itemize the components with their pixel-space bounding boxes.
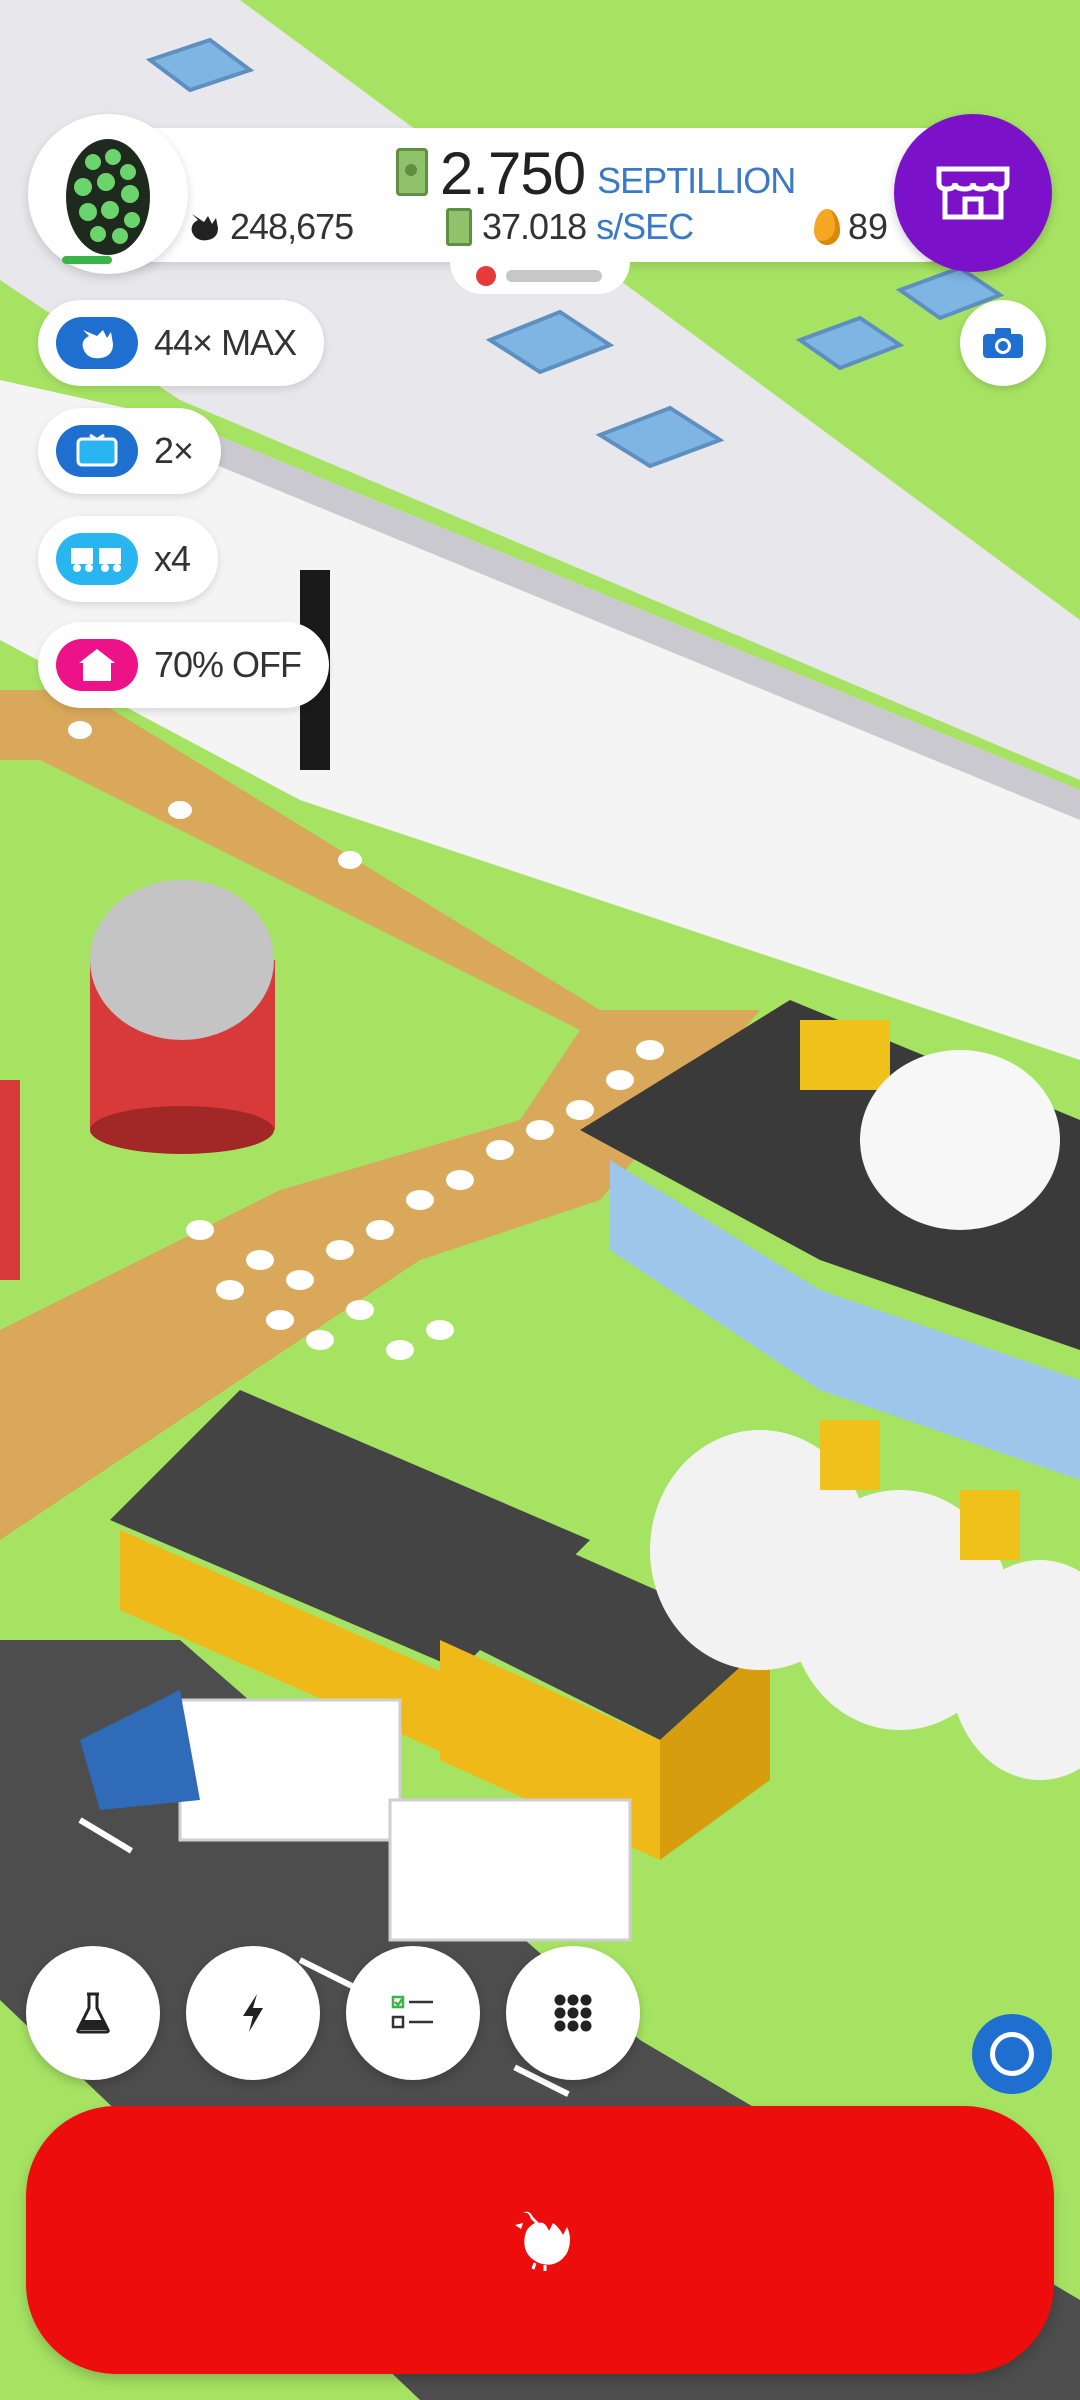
cash-icon (446, 208, 472, 246)
earn-rate: 37.018 s/SEC (446, 206, 694, 248)
boost-discount[interactable]: 70% OFF (38, 622, 330, 708)
missions-button[interactable] (346, 1946, 480, 2080)
shop-icon (936, 166, 1010, 220)
silo-edge (0, 1080, 20, 1280)
chicken-counter: 248,675 (186, 206, 354, 248)
cash-icon (396, 148, 428, 196)
earn-rate-unit: s/SEC (596, 206, 694, 247)
golden-egg-count: 89 (848, 206, 889, 247)
vent-box (800, 1020, 890, 1090)
camera-button[interactable] (960, 300, 1046, 386)
collapse-tab[interactable] (450, 262, 630, 294)
silo (90, 880, 275, 1154)
boosts-button[interactable] (186, 1946, 320, 2080)
money-display: 2.750 SEPTILLION (396, 138, 796, 208)
menu-grid-icon (554, 1994, 592, 2032)
circle-icon (990, 2032, 1034, 2076)
golden-egg-icon (814, 209, 840, 245)
dome (860, 1050, 1060, 1230)
hatch-chicken-button[interactable] (26, 2106, 1054, 2374)
camera-icon (983, 328, 1023, 358)
research-button[interactable] (26, 1946, 160, 2080)
tv-icon (56, 425, 138, 477)
shop-button[interactable] (894, 114, 1052, 272)
money-value: 2.750 (440, 140, 586, 207)
egg-progress (62, 256, 112, 264)
egg-upgrade-button[interactable] (28, 114, 188, 274)
chicken-icon (515, 2211, 570, 2271)
research-flask-icon (76, 1992, 110, 2034)
alert-dot (476, 266, 496, 286)
boost-label: 44× MAX (154, 322, 297, 363)
boost-chicken-max[interactable]: 44× MAX (38, 300, 325, 386)
settings-button[interactable] (972, 2014, 1052, 2094)
drag-handle (506, 270, 602, 282)
trucks-icon (56, 533, 138, 585)
money-unit: SEPTILLION (597, 160, 796, 201)
boost-label: x4 (154, 538, 191, 579)
boost-lightning-icon (243, 1994, 263, 2032)
boost-tv-2x[interactable]: 2× (38, 408, 222, 494)
chicken-icon (191, 214, 218, 241)
menu-button[interactable] (506, 1946, 640, 2080)
boost-label: 70% OFF (154, 644, 302, 685)
chicken-icon (56, 317, 138, 369)
egg-icon (66, 139, 150, 255)
missions-checklist-icon (391, 1995, 433, 2029)
boost-trucks-x4[interactable]: x4 (38, 516, 219, 602)
boost-label: 2× (154, 430, 194, 471)
chicken-count: 248,675 (230, 206, 354, 247)
home-icon (56, 639, 138, 691)
earn-rate-value: 37.018 (482, 206, 587, 247)
golden-egg-counter[interactable]: 89 (814, 206, 888, 248)
